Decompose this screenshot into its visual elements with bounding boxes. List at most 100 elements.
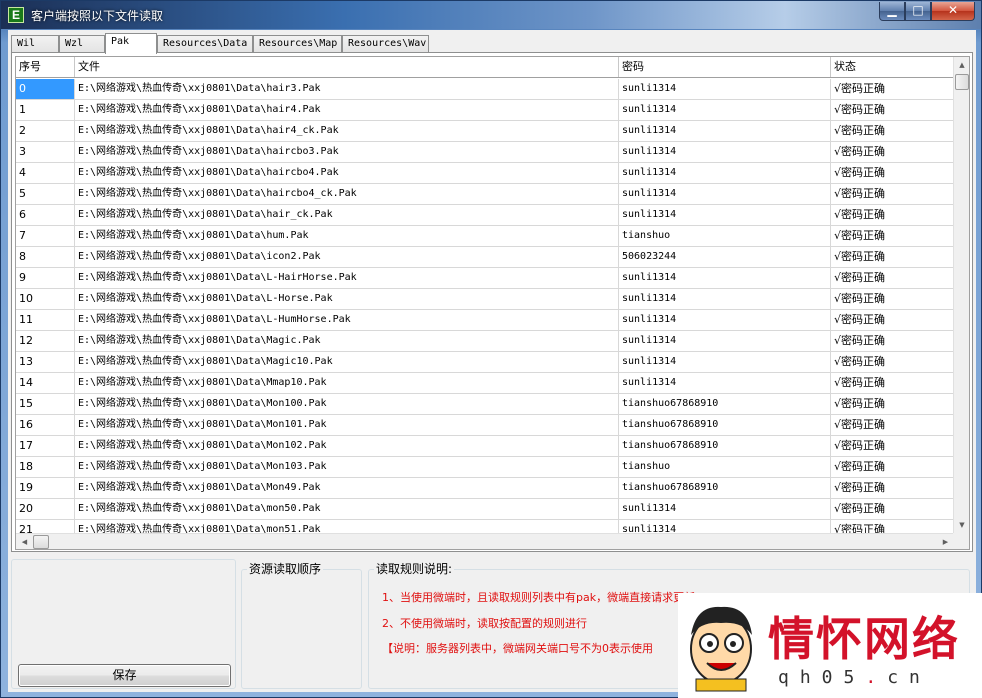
cell-password: tianshuo: [619, 226, 831, 246]
cell-password: tianshuo67868910: [619, 478, 831, 498]
table-row[interactable]: 5 E:\网络游戏\热血传奇\xxj0801\Data\haircbo4_ck.P…: [16, 184, 956, 205]
table-row[interactable]: 16 E:\网络游戏\热血传奇\xxj0801\Data\Mon101.Pak ti…: [16, 415, 956, 436]
tab-resources-map[interactable]: Resources\Map: [253, 35, 342, 53]
table-row[interactable]: 4 E:\网络游戏\热血传奇\xxj0801\Data\haircbo4.Pak s…: [16, 163, 956, 184]
table-row[interactable]: 10 E:\网络游戏\热血传奇\xxj0801\Data\L-Horse.Pak s…: [16, 289, 956, 310]
column-header-index[interactable]: 序号: [16, 57, 75, 77]
cell-index: 16: [16, 415, 75, 435]
save-button[interactable]: 保存: [18, 664, 231, 687]
table-row[interactable]: 20 E:\网络游戏\热血传奇\xxj0801\Data\mon50.Pak sun…: [16, 499, 956, 520]
cell-status: √密码正确: [831, 310, 956, 330]
scroll-down-icon[interactable]: ▼: [954, 517, 969, 534]
window-controls: ▁ □ ✕: [879, 2, 975, 21]
cell-index: 5: [16, 184, 75, 204]
table-row[interactable]: 2 E:\网络游戏\热血传奇\xxj0801\Data\hair4_ck.Pak s…: [16, 121, 956, 142]
cell-index: 10: [16, 289, 75, 309]
table-row[interactable]: 8 E:\网络游戏\热血传奇\xxj0801\Data\icon2.Pak 5060…: [16, 247, 956, 268]
pak-file-table[interactable]: 序号 文件 密码 状态 0 E:\网络游戏\热血传奇\xxj0801\Data\h…: [15, 56, 970, 550]
cell-password: sunli1314: [619, 142, 831, 162]
tab-resources-wav[interactable]: Resources\Wav: [342, 35, 429, 53]
column-header-file[interactable]: 文件: [75, 57, 619, 77]
cell-index: 8: [16, 247, 75, 267]
table-row[interactable]: 17 E:\网络游戏\热血传奇\xxj0801\Data\Mon102.Pak ti…: [16, 436, 956, 457]
table-row[interactable]: 9 E:\网络游戏\热血传奇\xxj0801\Data\L-HairHorse.P…: [16, 268, 956, 289]
cell-password: sunli1314: [619, 79, 831, 99]
table-row[interactable]: 1 E:\网络游戏\热血传奇\xxj0801\Data\hair4.Pak sunl…: [16, 100, 956, 121]
cell-status: √密码正确: [831, 499, 956, 519]
cell-password: sunli1314: [619, 373, 831, 393]
table-row[interactable]: 3 E:\网络游戏\热血传奇\xxj0801\Data\haircbo3.Pak s…: [16, 142, 956, 163]
horizontal-scroll-thumb[interactable]: [33, 535, 49, 549]
table-row[interactable]: 6 E:\网络游戏\热血传奇\xxj0801\Data\hair_ck.Pak su…: [16, 205, 956, 226]
cell-password: sunli1314: [619, 499, 831, 519]
app-icon: E: [8, 7, 24, 23]
cell-index: 7: [16, 226, 75, 246]
table-row[interactable]: 12 E:\网络游戏\热血传奇\xxj0801\Data\Magic.Pak sun…: [16, 331, 956, 352]
cell-password: tianshuo67868910: [619, 394, 831, 414]
title-bar[interactable]: E 客户端按照以下文件读取 ▁ □ ✕: [1, 1, 981, 29]
cell-status: √密码正确: [831, 163, 956, 183]
scroll-right-icon[interactable]: ▶: [937, 534, 954, 549]
cell-index: 17: [16, 436, 75, 456]
cell-password: sunli1314: [619, 205, 831, 225]
table-row[interactable]: 18 E:\网络游戏\热血传奇\xxj0801\Data\Mon103.Pak ti…: [16, 457, 956, 478]
cell-password: sunli1314: [619, 121, 831, 141]
cell-password: sunli1314: [619, 310, 831, 330]
cell-file-path: E:\网络游戏\热血传奇\xxj0801\Data\hair4_ck.Pak: [75, 121, 619, 141]
minimize-button[interactable]: ▁: [879, 2, 905, 21]
cell-password: 506023244: [619, 247, 831, 267]
cell-password: tianshuo67868910: [619, 436, 831, 456]
tab-wil[interactable]: Wil: [11, 35, 59, 53]
table-row[interactable]: 0 E:\网络游戏\热血传奇\xxj0801\Data\hair3.Pak sunl…: [16, 79, 956, 100]
cell-index: 18: [16, 457, 75, 477]
column-header-status[interactable]: 状态: [831, 57, 956, 77]
cell-status: √密码正确: [831, 79, 956, 99]
table-row[interactable]: 21 E:\网络游戏\热血传奇\xxj0801\Data\mon51.Pak sun…: [16, 520, 956, 534]
tab-pak[interactable]: Pak: [105, 33, 157, 54]
cell-index: 1: [16, 100, 75, 120]
tab-wzl[interactable]: Wzl: [59, 35, 105, 53]
cell-status: √密码正确: [831, 247, 956, 267]
tab-resources-data[interactable]: Resources\Data: [157, 35, 253, 53]
scroll-up-icon[interactable]: ▲: [954, 57, 969, 74]
cell-status: √密码正确: [831, 289, 956, 309]
table-row[interactable]: 19 E:\网络游戏\热血传奇\xxj0801\Data\Mon49.Pak tia…: [16, 478, 956, 499]
rule-line-3: 【说明：服务器列表中，微端网关端口号不为0表示使用: [382, 642, 653, 655]
scroll-left-icon[interactable]: ◀: [16, 534, 33, 549]
table-header: 序号 文件 密码 状态: [16, 57, 956, 78]
cell-index: 2: [16, 121, 75, 141]
cell-index: 21: [16, 520, 75, 534]
load-order-group: [241, 569, 362, 689]
cell-password: tianshuo: [619, 457, 831, 477]
rules-title: 读取规则说明:: [374, 560, 455, 577]
cell-file-path: E:\网络游戏\热血传奇\xxj0801\Data\Mon102.Pak: [75, 436, 619, 456]
cell-status: √密码正确: [831, 142, 956, 162]
cell-index: 15: [16, 394, 75, 414]
table-row[interactable]: 13 E:\网络游戏\热血传奇\xxj0801\Data\Magic10.Pak s…: [16, 352, 956, 373]
cell-password: sunli1314: [619, 184, 831, 204]
cell-file-path: E:\网络游戏\热血传奇\xxj0801\Data\L-Horse.Pak: [75, 289, 619, 309]
cell-file-path: E:\网络游戏\热血传奇\xxj0801\Data\mon51.Pak: [75, 520, 619, 534]
cell-password: sunli1314: [619, 520, 831, 534]
close-button[interactable]: ✕: [931, 2, 975, 21]
table-row[interactable]: 14 E:\网络游戏\热血传奇\xxj0801\Data\Mmap10.Pak su…: [16, 373, 956, 394]
cell-status: √密码正确: [831, 457, 956, 477]
maximize-button[interactable]: □: [905, 2, 931, 21]
tab-panel-pak: 序号 文件 密码 状态 0 E:\网络游戏\热血传奇\xxj0801\Data\h…: [11, 52, 973, 552]
vertical-scrollbar[interactable]: ▲ ▼: [953, 57, 969, 534]
column-header-password[interactable]: 密码: [619, 57, 831, 77]
cell-index: 4: [16, 163, 75, 183]
rule-line-1: 1、当使用微端时，且读取规则列表中有pak，微端直接请求更新: [382, 591, 696, 604]
horizontal-scrollbar[interactable]: ◀ ▶: [16, 533, 954, 549]
table-row[interactable]: 11 E:\网络游戏\热血传奇\xxj0801\Data\L-HumHorse.P…: [16, 310, 956, 331]
cell-file-path: E:\网络游戏\热血传奇\xxj0801\Data\icon2.Pak: [75, 247, 619, 267]
cell-password: sunli1314: [619, 352, 831, 372]
table-row[interactable]: 7 E:\网络游戏\热血传奇\xxj0801\Data\hum.Pak tiansh…: [16, 226, 956, 247]
cell-file-path: E:\网络游戏\热血传奇\xxj0801\Data\Magic.Pak: [75, 331, 619, 351]
cell-index: 14: [16, 373, 75, 393]
table-row[interactable]: 15 E:\网络游戏\热血传奇\xxj0801\Data\Mon100.Pak ti…: [16, 394, 956, 415]
cell-status: √密码正确: [831, 394, 956, 414]
vertical-scroll-thumb[interactable]: [955, 74, 969, 90]
cell-file-path: E:\网络游戏\热血传奇\xxj0801\Data\L-HumHorse.Pak: [75, 310, 619, 330]
cell-file-path: E:\网络游戏\热血传奇\xxj0801\Data\mon50.Pak: [75, 499, 619, 519]
